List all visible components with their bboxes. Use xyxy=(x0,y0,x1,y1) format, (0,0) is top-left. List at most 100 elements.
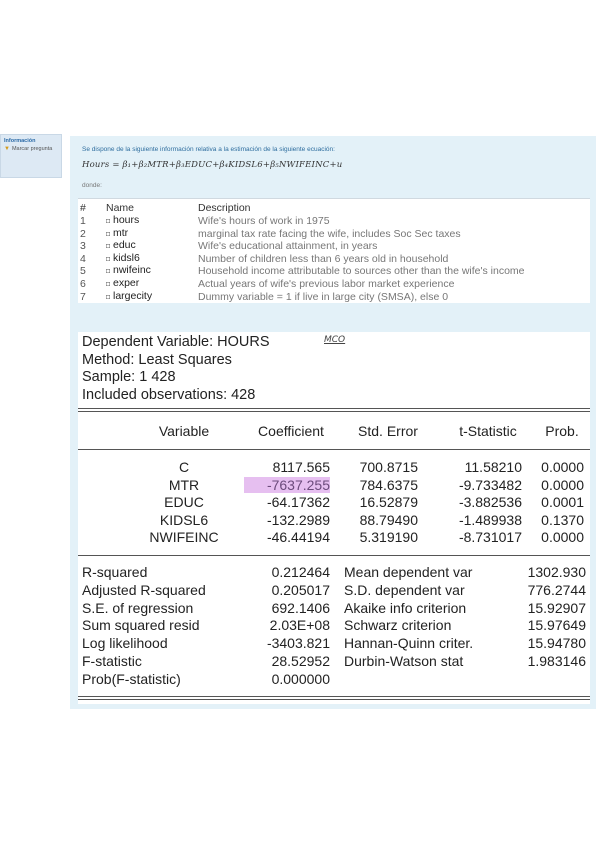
coef-std-error: 5.319190 xyxy=(359,529,418,545)
stat-value: 15.92907 xyxy=(527,599,586,616)
coef-t-statistic: -9.733482 xyxy=(458,476,522,493)
divider xyxy=(78,411,590,412)
coef-t-statistic: -1.489938 xyxy=(458,511,522,528)
flag-question-link[interactable]: ▼ Marcar pregunta xyxy=(4,146,58,154)
variable-name-text: mtr xyxy=(113,226,129,239)
series-icon: ◘ xyxy=(106,255,111,263)
coef-t-statistic: -8.731017 xyxy=(458,529,522,545)
coef-variable: EDUC xyxy=(164,494,204,510)
donde-label: donde: xyxy=(82,182,102,189)
variable-description: marginal tax rate facing the wife, inclu… xyxy=(198,227,461,240)
coef-prob: 0.1370 xyxy=(541,511,584,528)
regression-equation: Hours = β₁+β₂MTR+β₃EDUC+β₄KIDSL6+β₅NWIFE… xyxy=(82,160,343,170)
variable-name: ◘ largecity xyxy=(104,290,196,304)
coef-prob: 0.0000 xyxy=(541,476,584,493)
coef-variable: NWIFEINC xyxy=(149,529,219,545)
coef-t-statistic: 11.58210 xyxy=(464,459,522,475)
coef-value: -132.2989 xyxy=(266,511,330,528)
coef-variable: KIDSL6 xyxy=(159,511,209,528)
dependent-variable: Dependent Variable: HOURS xyxy=(82,334,270,350)
divider xyxy=(78,449,590,450)
header-variable: Variable xyxy=(158,423,210,439)
question-intro: Se dispone de la siguiente información r… xyxy=(82,146,335,153)
flag-icon: ▼ xyxy=(4,146,10,152)
stat-value: 776.2744 xyxy=(527,581,586,598)
coef-t-statistic: -3.882536 xyxy=(458,494,522,510)
series-icon: ◘ xyxy=(106,293,111,301)
stat-label: S.E. of regression xyxy=(82,599,194,616)
stat-label: S.D. dependent var xyxy=(344,581,465,598)
divider xyxy=(78,555,590,556)
variable-description: Actual years of wife's previous labor ma… xyxy=(198,277,455,290)
variable-name-text: hours xyxy=(113,214,140,226)
col-number-header: # xyxy=(80,202,86,214)
series-icon: ◘ xyxy=(106,268,111,276)
stat-value: 1.983146 xyxy=(527,653,586,669)
coef-std-error: 16.52879 xyxy=(359,494,418,510)
series-icon: ◘ xyxy=(106,218,111,225)
col-name-header: Name xyxy=(106,202,135,214)
variable-description: Wife's educational attainment, in years xyxy=(198,240,378,253)
header-std-error: Std. Error xyxy=(358,423,418,439)
method: Method: Least Squares xyxy=(82,351,232,368)
variable-row: 5 ◘ nwifeinc Household income attributable … xyxy=(78,265,590,278)
coef-prob: 0.0000 xyxy=(541,459,584,475)
col-description-header: Description xyxy=(198,202,251,214)
series-icon: ◘ xyxy=(106,243,111,251)
coef-std-error: 88.79490 xyxy=(359,511,418,528)
info-title: Información xyxy=(4,138,36,144)
stat-value: 0.212464 xyxy=(271,564,330,580)
coef-prob: 0.0000 xyxy=(541,529,584,545)
question-info-box: Información ▼ Marcar pregunta xyxy=(0,134,62,178)
stat-value: 1302.930 xyxy=(527,564,586,580)
stat-label: Schwarz criterion xyxy=(344,617,452,634)
variable-number: 2 xyxy=(80,227,86,240)
variable-row: 6 ◘ exper Actual years of wife's previous l… xyxy=(78,278,590,291)
stat-value: 692.1406 xyxy=(271,599,330,616)
stat-label: Sum squared resid xyxy=(82,617,200,634)
header-coefficient: Coefficient xyxy=(258,423,324,439)
variable-row: 2 ◘ mtr marginal tax rate facing the wife, … xyxy=(78,226,590,241)
estimation-header: Dependent Variable: HOURS Method: Least … xyxy=(82,334,270,404)
stat-label: Log likelihood xyxy=(82,635,168,652)
variable-number: 5 xyxy=(80,265,86,278)
variable-name-text: exper xyxy=(113,276,140,289)
coef-variable: MTR xyxy=(168,476,200,493)
header-prob: Prob. xyxy=(545,423,579,439)
eviews-output: Dependent Variable: HOURS Method: Least … xyxy=(78,332,590,704)
coef-value: 8117.565 xyxy=(272,459,330,475)
variable-name-text: nwifeinc xyxy=(113,264,151,277)
variable-description: Number of children less than 6 years old… xyxy=(198,252,449,265)
stat-value: -3403.821 xyxy=(266,635,330,652)
variable-number: 1 xyxy=(80,215,86,227)
stat-label: Prob(F-statistic) xyxy=(82,670,181,687)
stat-value: 0.205017 xyxy=(271,581,330,598)
stat-label: Adjusted R-squared xyxy=(82,581,206,598)
stat-value: 0.000000 xyxy=(271,670,330,687)
stat-label: Akaike info criterion xyxy=(344,599,467,616)
series-icon: ◘ xyxy=(106,280,111,288)
stat-value: 28.52952 xyxy=(271,653,330,669)
stat-label: Mean dependent var xyxy=(344,564,473,580)
divider xyxy=(78,696,590,697)
variable-number: 4 xyxy=(80,252,86,265)
coef-std-error: 784.6375 xyxy=(359,476,418,493)
stat-value: 15.94780 xyxy=(527,635,586,652)
variable-description: Household income attributable to sources… xyxy=(198,265,525,278)
handwritten-note: MCO xyxy=(324,335,346,345)
variable-description: Dummy variable = 1 if live in large city… xyxy=(198,290,449,303)
variable-row: 3 ◘ educ Wife's educational attainment, in … xyxy=(78,240,590,253)
variable-description: Wife's hours of work in 1975 xyxy=(198,215,330,227)
coef-prob: 0.0001 xyxy=(541,494,584,510)
stat-value: 15.97649 xyxy=(527,617,586,634)
divider xyxy=(78,408,590,409)
included-observations: Included observations: 428 xyxy=(82,386,256,403)
stat-label: Hannan-Quinn criter. xyxy=(344,635,474,652)
variable-number: 7 xyxy=(80,290,86,303)
variable-name-text: kidsl6 xyxy=(113,251,140,264)
variable-row: 1 ◘ hours Wife's hours of work in 1975 xyxy=(78,215,590,228)
stat-label: Durbin-Watson stat xyxy=(344,653,464,669)
question-panel: Se dispone de la siguiente información r… xyxy=(70,136,596,709)
stat-value: 2.03E+08 xyxy=(269,617,330,634)
divider xyxy=(78,699,590,700)
